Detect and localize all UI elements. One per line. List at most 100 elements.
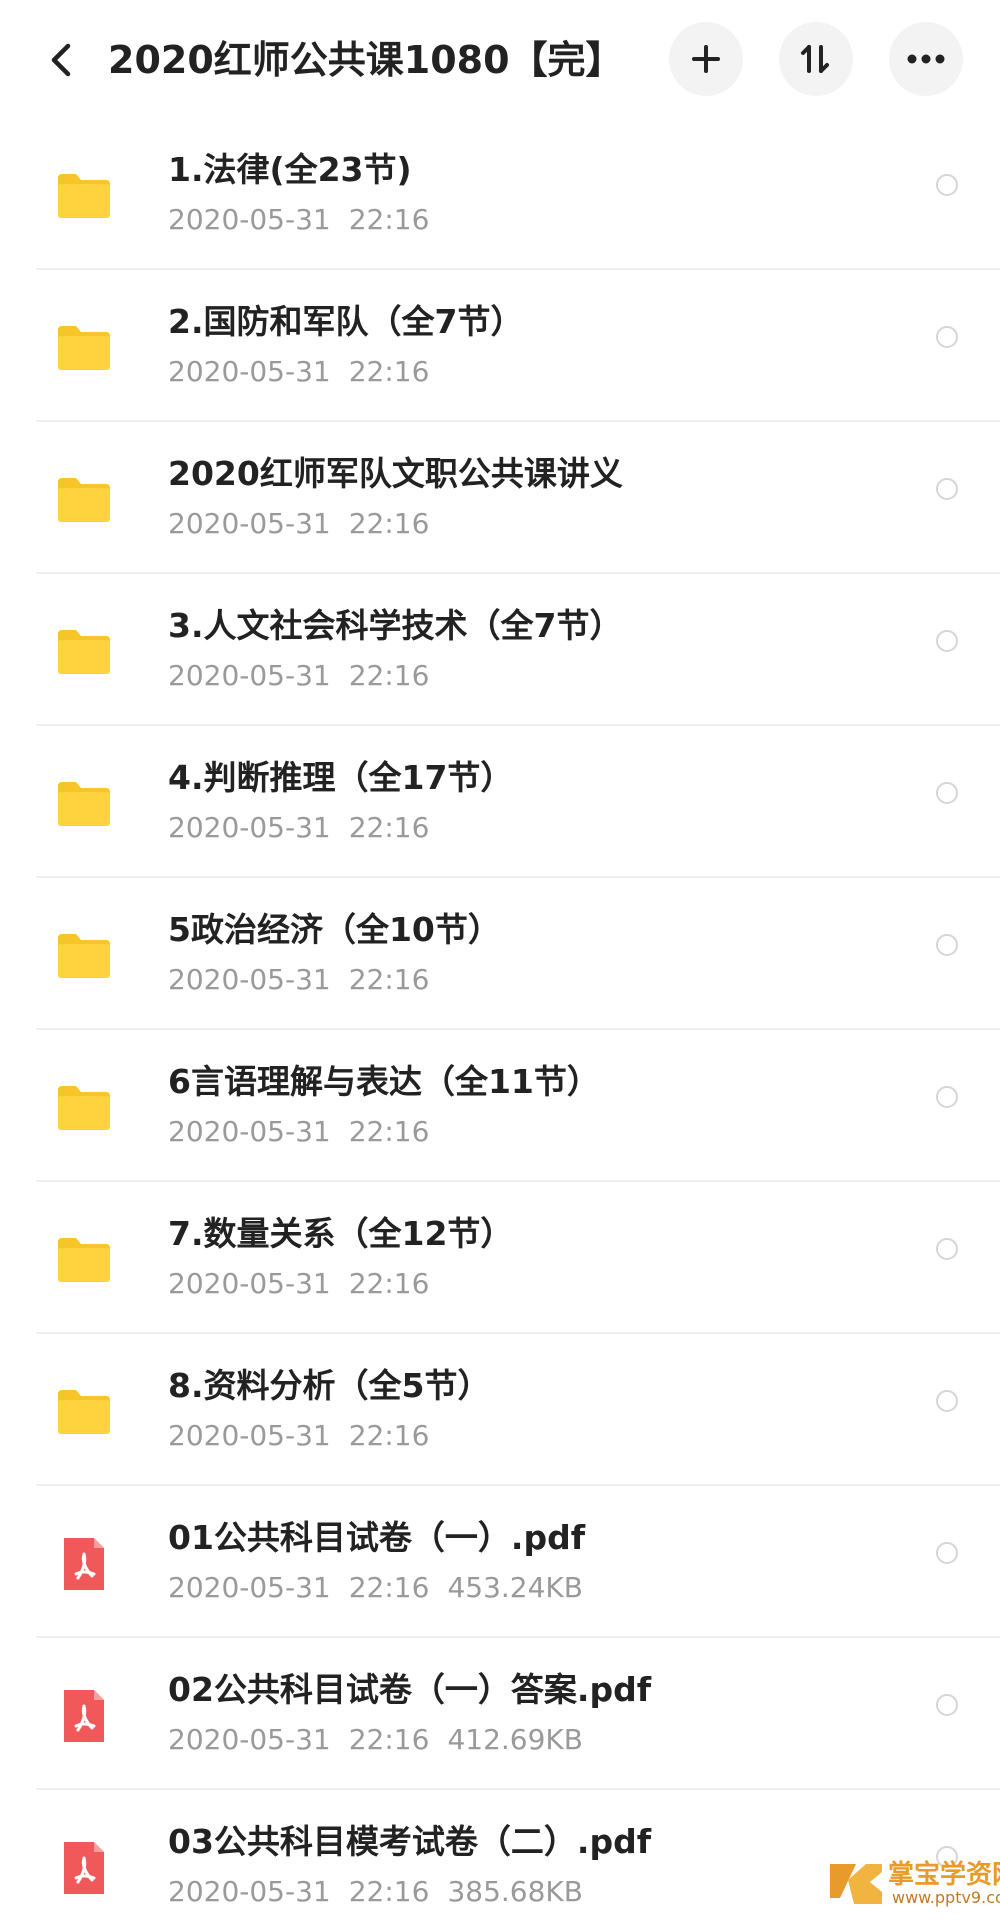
item-meta: 2020-05-31 22:16 453.24KB [168,1566,888,1610]
item-time: 22:16 [348,1115,430,1148]
pdf-file-icon [64,1538,104,1590]
folder-row[interactable]: 1.法律(全23节) 2020-05-31 22:16 [0,118,1000,270]
item-meta: 2020-05-31 22:16 [168,502,888,546]
select-radio[interactable] [936,1086,958,1108]
folder-icon [58,326,110,370]
select-radio[interactable] [936,1390,958,1412]
item-meta: 2020-05-31 22:16 [168,198,888,242]
item-name: 6言语理解与表达（全11节） [168,1062,600,1101]
item-name: 01公共科目试卷（一）.pdf [168,1518,586,1557]
select-radio[interactable] [936,782,958,804]
item-date: 2020-05-31 [168,203,331,236]
item-time: 22:16 [348,963,430,996]
item-date: 2020-05-31 [168,507,331,540]
folder-row[interactable]: 3.人文社会科学技术（全7节） 2020-05-31 22:16 [0,574,1000,726]
item-name: 03公共科目模考试卷（二）.pdf [168,1822,652,1861]
file-row[interactable]: 02公共科目试卷（一）答案.pdf 2020-05-31 22:16 412.69KB [0,1638,1000,1790]
pdf-file-icon [64,1842,104,1894]
item-time: 22:16 [348,203,430,236]
file-browser-page: 2020红师公共课1080【完】 1.法律(全23节) 2020-05-31 22: [0,0,1000,1920]
select-radio[interactable] [936,934,958,956]
item-meta: 2020-05-31 22:16 [168,350,888,394]
item-time: 22:16 [348,659,430,692]
item-time: 22:16 [348,1419,430,1452]
item-time: 22:16 [348,1571,430,1604]
item-time: 22:16 [348,1723,430,1756]
item-name: 4.判断推理（全17节） [168,758,514,797]
file-row[interactable]: 01公共科目试卷（一）.pdf 2020-05-31 22:16 453.24KB [0,1486,1000,1638]
item-meta: 2020-05-31 22:16 412.69KB [168,1718,888,1762]
item-date: 2020-05-31 [168,1571,331,1604]
folder-icon [58,934,110,978]
item-name: 3.人文社会科学技术（全7节） [168,606,623,645]
add-button[interactable] [669,22,743,96]
item-time: 22:16 [348,1875,430,1908]
folder-icon [58,1086,110,1130]
watermark-text: 掌宝学资网 [888,1860,1000,1890]
item-size: 412.69KB [447,1723,583,1756]
item-name: 2020红师军队文职公共课讲义 [168,454,623,493]
item-meta: 2020-05-31 22:16 [168,654,888,698]
folder-icon [58,1390,110,1434]
item-date: 2020-05-31 [168,963,331,996]
page-title: 2020红师公共课1080【完】 [108,38,624,82]
item-meta: 2020-05-31 22:16 [168,1262,888,1306]
item-time: 22:16 [348,811,430,844]
sort-icon [801,45,829,73]
folder-icon [58,630,110,674]
item-name: 8.资料分析（全5节） [168,1366,491,1405]
folder-row[interactable]: 6言语理解与表达（全11节） 2020-05-31 22:16 [0,1030,1000,1182]
more-button[interactable] [889,22,963,96]
select-radio[interactable] [936,630,958,652]
more-horizontal-icon [907,54,945,64]
item-meta: 2020-05-31 22:16 [168,806,888,850]
select-radio[interactable] [936,1238,958,1260]
folder-row[interactable]: 7.数量关系（全12节） 2020-05-31 22:16 [0,1182,1000,1334]
select-radio[interactable] [936,1542,958,1564]
folder-icon [58,174,110,218]
item-meta: 2020-05-31 22:16 [168,1414,888,1458]
item-date: 2020-05-31 [168,355,331,388]
folder-icon [58,1238,110,1282]
item-date: 2020-05-31 [168,811,331,844]
folder-row[interactable]: 4.判断推理（全17节） 2020-05-31 22:16 [0,726,1000,878]
watermark-logo-icon [830,1864,882,1904]
item-name: 7.数量关系（全12节） [168,1214,514,1253]
item-name: 02公共科目试卷（一）答案.pdf [168,1670,652,1709]
back-button[interactable] [36,30,86,90]
select-radio[interactable] [936,478,958,500]
item-meta: 2020-05-31 22:16 [168,958,888,1002]
item-name: 5政治经济（全10节） [168,910,501,949]
item-time: 22:16 [348,1267,430,1300]
select-radio[interactable] [936,326,958,348]
folder-row[interactable]: 8.资料分析（全5节） 2020-05-31 22:16 [0,1334,1000,1486]
folder-row[interactable]: 5政治经济（全10节） 2020-05-31 22:16 [0,878,1000,1030]
watermark: 掌宝学资网 www.pptv9.com [826,1848,1000,1920]
item-meta: 2020-05-31 22:16 385.68KB [168,1870,888,1914]
watermark-url: www.pptv9.com [892,1888,1000,1907]
item-time: 22:16 [348,355,430,388]
item-date: 2020-05-31 [168,1723,331,1756]
item-name: 1.法律(全23节) [168,150,412,189]
sort-button[interactable] [779,22,853,96]
select-radio[interactable] [936,174,958,196]
item-date: 2020-05-31 [168,659,331,692]
plus-icon [692,45,720,73]
item-time: 22:16 [348,507,430,540]
item-date: 2020-05-31 [168,1875,331,1908]
item-meta: 2020-05-31 22:16 [168,1110,888,1154]
folder-icon [58,782,110,826]
pdf-file-icon [64,1690,104,1742]
item-date: 2020-05-31 [168,1267,331,1300]
select-radio[interactable] [936,1694,958,1716]
folder-icon [58,478,110,522]
chevron-left-icon [51,43,71,77]
item-name: 2.国防和军队（全7节） [168,302,524,341]
item-date: 2020-05-31 [168,1115,331,1148]
folder-row[interactable]: 2.国防和军队（全7节） 2020-05-31 22:16 [0,270,1000,422]
item-size: 385.68KB [447,1875,583,1908]
header: 2020红师公共课1080【完】 [0,0,1000,118]
folder-row[interactable]: 2020红师军队文职公共课讲义 2020-05-31 22:16 [0,422,1000,574]
file-list: 1.法律(全23节) 2020-05-31 22:16 2.国防和军队（全7节） 202… [0,118,1000,1920]
item-date: 2020-05-31 [168,1419,331,1452]
